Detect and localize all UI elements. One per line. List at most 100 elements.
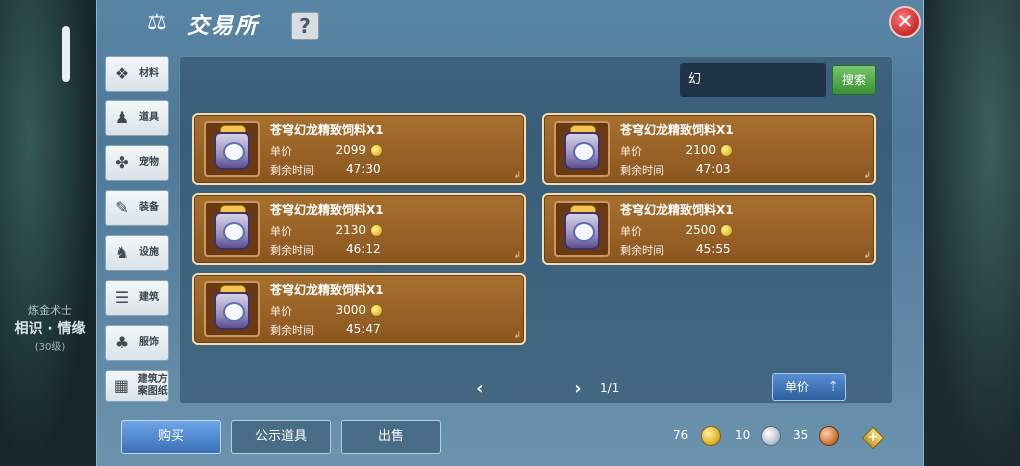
silver-amount: 10 [735, 428, 751, 442]
listing-card[interactable]: 苍穹幻龙精致饲料X1 单价 2099 剩余时间 47:30 ↲ [192, 113, 526, 185]
item-icon-frame [204, 121, 260, 177]
npc-name: 相识 · 情缘 [14, 321, 86, 337]
sell-tab-button[interactable]: 出售 [341, 420, 441, 454]
category-label: 材料 [139, 68, 159, 79]
item-price: 3000 [335, 303, 366, 317]
gold-coin-icon [370, 144, 383, 157]
category-blueprint[interactable]: ▦ 建筑方案图纸 [105, 370, 169, 402]
equipment-icon: ✎ [115, 198, 129, 217]
add-currency-button[interactable]: + [861, 426, 885, 450]
pet-paw-icon: ✤ [115, 153, 129, 172]
prev-page-button[interactable]: ‹ [470, 379, 490, 399]
search-input[interactable]: 幻 [680, 63, 826, 97]
gold-coin-icon [701, 426, 721, 446]
category-equipment[interactable]: ✎ 装备 [105, 190, 169, 226]
unit-price-label: 单价 [620, 145, 642, 158]
clothing-icon: ♣ [114, 333, 130, 352]
npc-nameplate: 炼金术士 相识 · 情缘 (30级) [4, 302, 96, 353]
item-name: 苍穹幻龙精致饲料X1 [620, 123, 734, 137]
close-icon: ✕ [896, 9, 914, 33]
facility-icon: ♞ [114, 243, 130, 262]
remaining-time-label: 剩余时间 [270, 244, 314, 257]
copper-coin-icon [819, 426, 839, 446]
category-label: 宠物 [139, 157, 159, 168]
close-button[interactable]: ✕ [889, 6, 921, 38]
remaining-time: 45:47 [346, 322, 381, 336]
category-pets[interactable]: ✤ 宠物 [105, 145, 169, 181]
dragon-feed-icon [564, 132, 600, 170]
item-icon-frame [554, 121, 610, 177]
corner-ornament-icon: ↲ [513, 171, 521, 181]
materials-icon: ❖ [114, 64, 130, 83]
remaining-time-label: 剩余时间 [620, 164, 664, 177]
category-clothing[interactable]: ♣ 服饰 [105, 325, 169, 361]
item-price: 2099 [335, 143, 366, 157]
unit-price-label: 单价 [270, 225, 292, 238]
remaining-time-label: 剩余时间 [270, 164, 314, 177]
item-price: 2100 [685, 143, 716, 157]
sort-by-price-button[interactable]: 单价 ⇡ [772, 373, 846, 401]
gold-coin-icon [720, 144, 733, 157]
copper-amount: 35 [793, 428, 809, 442]
item-price: 2130 [335, 223, 366, 237]
gold-amount: 76 [673, 428, 689, 442]
category-building[interactable]: ☰ 建筑 [105, 280, 169, 316]
category-label: 装备 [139, 202, 159, 213]
item-icon-frame [204, 281, 260, 337]
blueprint-icon: ▦ [113, 376, 129, 395]
remaining-time: 45:55 [696, 242, 731, 256]
category-label: 设施 [139, 247, 159, 258]
dragon-feed-icon [214, 132, 250, 170]
item-icon-frame [554, 201, 610, 257]
item-name: 苍穹幻龙精致饲料X1 [270, 283, 384, 297]
listing-card[interactable]: 苍穹幻龙精致饲料X1 单价 2100 剩余时间 47:03 ↲ [542, 113, 876, 185]
dragon-feed-icon [564, 212, 600, 250]
category-facility[interactable]: ♞ 设施 [105, 235, 169, 271]
background-scenery-left [0, 0, 96, 466]
buy-tab-button[interactable]: 购买 [121, 420, 221, 454]
item-icon-frame [204, 201, 260, 257]
listing-card[interactable]: 苍穹幻龙精致饲料X1 单价 2130 剩余时间 46:12 ↲ [192, 193, 526, 265]
next-page-button[interactable]: › [568, 379, 588, 399]
remaining-time: 47:03 [696, 162, 731, 176]
corner-ornament-icon: ↲ [863, 251, 871, 261]
props-icon: ♟ [114, 108, 130, 127]
sort-label: 单价 [785, 380, 810, 394]
public-items-tab-button[interactable]: 公示道具 [231, 420, 331, 454]
sort-up-arrow-icon: ⇡ [827, 379, 839, 395]
background-scenery-right [920, 0, 1020, 466]
exchange-window: ⚖ 交易所 ? ✕ ❖ 材料 ♟ 道具 ✤ 宠物 ✎ 装备 ♞ 设施 ☰ 建筑 … [96, 0, 924, 466]
remaining-time-label: 剩余时间 [270, 324, 314, 337]
help-button[interactable]: ? [291, 12, 319, 40]
building-icon: ☰ [114, 288, 130, 307]
npc-level: (30级) [34, 342, 66, 353]
item-name: 苍穹幻龙精致饲料X1 [270, 123, 384, 137]
gold-coin-icon [370, 224, 383, 237]
category-label: 建筑方案图纸 [137, 374, 168, 397]
unit-price-label: 单价 [270, 305, 292, 318]
category-label: 服饰 [139, 337, 159, 348]
scale-icon: ⚖ [147, 10, 167, 35]
page-indicator: 1/1 [600, 381, 620, 395]
category-props[interactable]: ♟ 道具 [105, 100, 169, 136]
gold-coin-icon [370, 304, 383, 317]
drag-handle[interactable] [62, 26, 70, 82]
npc-subtitle: 炼金术士 [28, 304, 72, 317]
remaining-time: 46:12 [346, 242, 381, 256]
item-name: 苍穹幻龙精致饲料X1 [270, 203, 384, 217]
unit-price-label: 单价 [270, 145, 292, 158]
dragon-feed-icon [214, 212, 250, 250]
unit-price-label: 单价 [620, 225, 642, 238]
corner-ornament-icon: ↲ [513, 251, 521, 261]
category-label: 建筑 [139, 292, 159, 303]
page-title: 交易所 [187, 14, 260, 39]
silver-coin-icon [761, 426, 781, 446]
plus-icon: + [867, 430, 879, 445]
search-button[interactable]: 搜索 [832, 65, 876, 95]
title-bar: ⚖ 交易所 ? ✕ [97, 0, 925, 48]
corner-ornament-icon: ↲ [863, 171, 871, 181]
remaining-time-label: 剩余时间 [620, 244, 664, 257]
listing-card[interactable]: 苍穹幻龙精致饲料X1 单价 2500 剩余时间 45:55 ↲ [542, 193, 876, 265]
listing-card[interactable]: 苍穹幻龙精致饲料X1 单价 3000 剩余时间 45:47 ↲ [192, 273, 526, 345]
category-materials[interactable]: ❖ 材料 [105, 56, 169, 92]
